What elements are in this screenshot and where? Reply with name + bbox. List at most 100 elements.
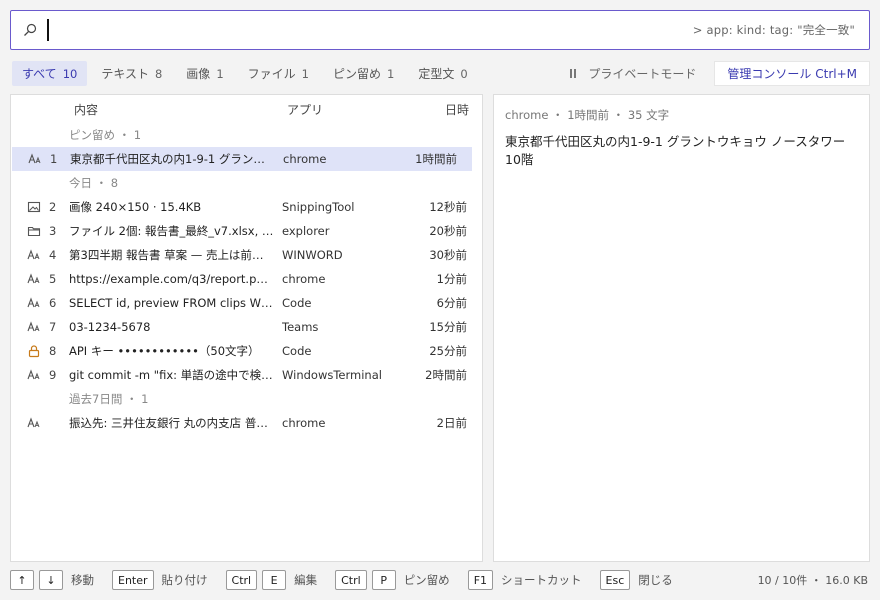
column-header-content[interactable]: 内容 (74, 101, 98, 118)
image-icon (27, 200, 41, 214)
column-header-app[interactable]: アプリ (287, 101, 323, 118)
item-app: Code (282, 296, 312, 310)
key-f1: F1 (467, 570, 494, 590)
list-item[interactable]: 6 SELECT id, preview FROM clips WHERE pin… (11, 291, 482, 315)
shortcut-label: ショートカット (501, 573, 582, 587)
list-item[interactable]: 7 03-1234-5678 Teams 15分前 (11, 315, 482, 339)
item-content: 03-1234-5678 (69, 320, 151, 334)
admin-console-button[interactable]: 管理コンソール Ctrl+M (714, 61, 870, 86)
top-right-controls: プライベートモード 管理コンソール Ctrl+M (570, 61, 870, 86)
item-content: 振込先: 三井住友銀行 丸の内支店 普通 1234567 (69, 416, 274, 430)
group-header-pinned: ピン留め ・ 1 (11, 123, 482, 147)
text-icon (27, 248, 41, 262)
tab-image[interactable]: 画像 1 (176, 61, 233, 86)
item-number: 8 (49, 344, 57, 358)
key-esc: Esc (599, 570, 631, 590)
item-number: 2 (49, 200, 57, 214)
text-icon (27, 272, 41, 286)
tab-text[interactable]: テキスト 8 (91, 61, 172, 86)
text-icon (27, 416, 41, 430)
search-icon (11, 23, 49, 37)
list-header: 内容 アプリ 日時 (11, 95, 482, 123)
list-item[interactable]: 3 ファイル 2個: 報告書_最終_v7.xlsx, グラフ.png explore… (11, 219, 482, 243)
tab-label: 画像 (186, 67, 211, 81)
private-mode-label: プライベートモード (588, 67, 697, 81)
list-item[interactable]: 9 git commit -m "fix: 単語の途中で検索が止まる問題" Wind… (11, 363, 482, 387)
item-content: 画像 240×150 · 15.4KB (69, 200, 202, 214)
search-input[interactable] (49, 11, 693, 49)
group-label: 過去7日間 ・ 1 (69, 392, 149, 406)
text-icon (27, 320, 41, 334)
item-number: 4 (49, 248, 57, 262)
item-content: ファイル 2個: 報告書_最終_v7.xlsx, グラフ.png (69, 224, 274, 238)
preview-content[interactable]: 東京都千代田区丸の内1-9-1 グラントウキョウ ノースタワー 10階 (505, 133, 858, 169)
item-time: 2日前 (436, 416, 467, 430)
tab-label: 定型文 (418, 67, 455, 81)
list-item[interactable]: 2 画像 240×150 · 15.4KB SnippingTool 12秒前 (11, 195, 482, 219)
tab-label: ピン留め (332, 67, 381, 81)
lock-icon (27, 344, 41, 358)
shortcut-bar: ↑ ↓ 移動 Enter 貼り付け Ctrl E 編集 Ctrl P ピン留め … (10, 569, 870, 591)
item-app: Code (282, 344, 312, 358)
list-item[interactable]: 4 第3四半期 報告書 草案 — 売上は前年同期比 WINWORD 30秒前 (11, 243, 482, 267)
item-number: 6 (49, 296, 57, 310)
preview-meta: chrome ・ 1時間前 ・ 35 文字 (505, 108, 670, 122)
pin-label: ピン留め (403, 573, 450, 587)
column-header-time[interactable]: 日時 (445, 101, 469, 118)
private-mode-toggle[interactable]: プライベートモード (570, 65, 696, 82)
paste-label: 貼り付け (161, 573, 208, 587)
item-content: https://example.com/q3/report.pdf?ref=ma… (69, 272, 274, 286)
text-icon (27, 296, 41, 310)
item-time: 2時間前 (425, 368, 467, 382)
text-icon (28, 152, 42, 166)
item-time: 20秒前 (429, 224, 467, 238)
key-down: ↓ (39, 570, 63, 590)
item-number: 7 (49, 320, 57, 334)
item-app: chrome (282, 416, 326, 430)
edit-label: 編集 (294, 573, 318, 587)
text-icon (27, 368, 41, 382)
tab-label: ファイル (247, 67, 296, 81)
item-app: WINWORD (282, 248, 343, 262)
list-item[interactable]: 振込先: 三井住友銀行 丸の内支店 普通 1234567 chrome 2日前 (11, 411, 482, 435)
key-e: E (262, 570, 287, 590)
filter-tabs: すべて 10 テキスト 8 画像 1 ファイル 1 ピン留め 1 定型文 0 (12, 61, 482, 86)
item-app: WindowsTerminal (282, 368, 382, 382)
list-item[interactable]: 5 https://example.com/q3/report.pdf?ref=m… (11, 267, 482, 291)
tab-snippets[interactable]: 定型文 0 (408, 61, 477, 86)
item-content: API キー ••••••••••••（50文字） (69, 344, 260, 358)
tab-label: テキスト (101, 67, 149, 81)
tab-file[interactable]: ファイル 1 (238, 61, 319, 86)
tab-count: 1 (301, 66, 309, 81)
status-summary: 10 / 10件 ・ 16.0 KB (757, 574, 868, 587)
item-content: 東京都千代田区丸の内1-9-1 グラントウキョウ ノースタワー 10階 (70, 152, 275, 166)
tab-all[interactable]: すべて 10 (12, 61, 88, 86)
item-content: 第3四半期 報告書 草案 — 売上は前年同期比 (69, 248, 274, 262)
tab-count: 8 (154, 66, 163, 81)
list-item[interactable]: 8 API キー ••••••••••••（50文字） Code 25分前 (11, 339, 482, 363)
item-time: 12秒前 (429, 200, 467, 214)
item-time: 1時間前 (415, 152, 457, 166)
key-enter: Enter (112, 570, 154, 590)
item-time: 25分前 (429, 344, 467, 358)
folder-icon (27, 224, 41, 238)
tab-count: 10 (62, 66, 78, 81)
key-p: P (371, 570, 396, 590)
tab-count: 1 (387, 66, 395, 81)
group-header-today: 今日 ・ 8 (11, 171, 482, 195)
clipboard-list: 内容 アプリ 日時 ピン留め ・ 1 1 東京都千代田区丸の内1-9-1 グラント… (10, 94, 483, 562)
key-ctrl: Ctrl (225, 570, 258, 590)
item-app: chrome (283, 152, 327, 166)
tab-label: すべて (22, 67, 57, 81)
tab-pinned[interactable]: ピン留め 1 (323, 61, 404, 86)
move-label: 移動 (71, 573, 94, 587)
item-number: 9 (49, 368, 57, 382)
item-app: Teams (282, 320, 319, 334)
item-app: explorer (282, 224, 330, 238)
item-number: 5 (49, 272, 57, 286)
item-content: git commit -m "fix: 単語の途中で検索が止まる問題" (69, 368, 274, 382)
search-bar[interactable]: > app: kind: tag: "完全一致" (10, 10, 870, 50)
key-up: ↑ (10, 570, 34, 590)
list-item[interactable]: 1 東京都千代田区丸の内1-9-1 グラントウキョウ ノースタワー 10階 chro… (12, 147, 472, 171)
item-number: 1 (50, 152, 58, 166)
